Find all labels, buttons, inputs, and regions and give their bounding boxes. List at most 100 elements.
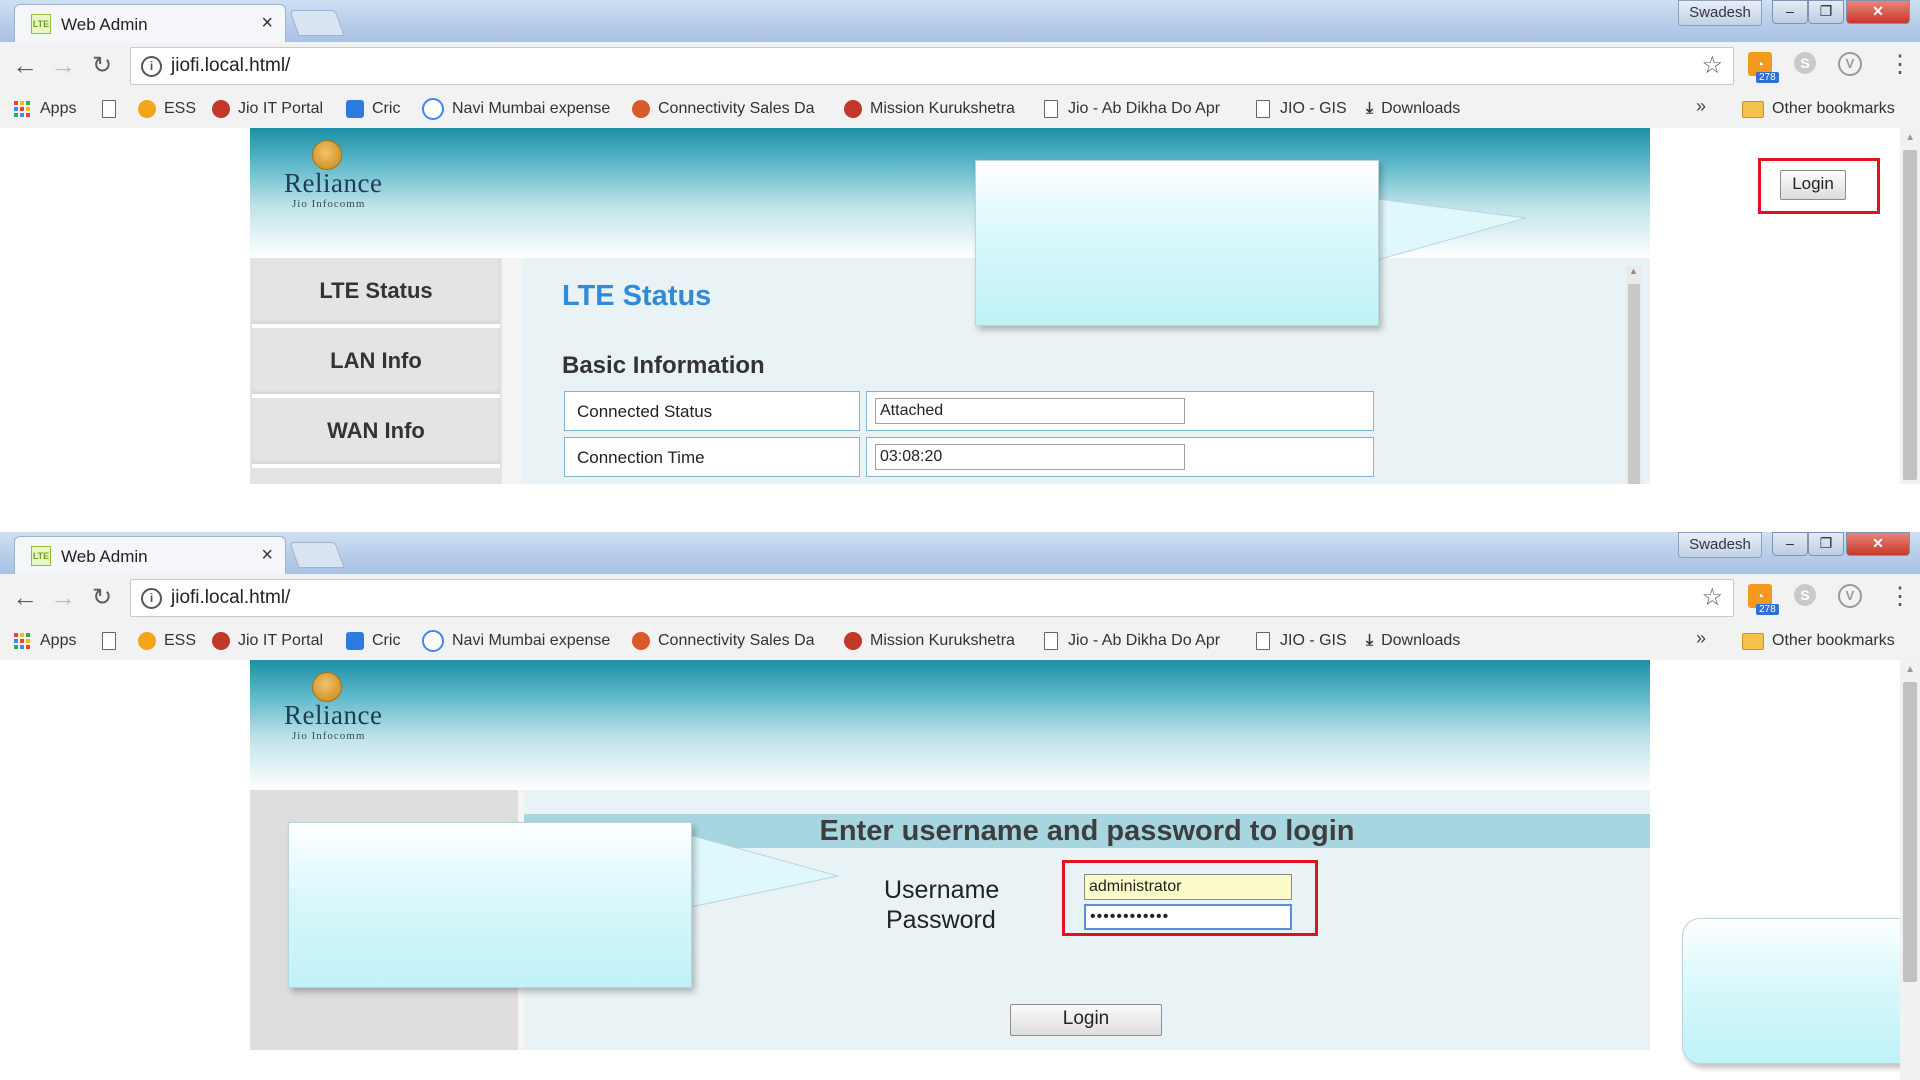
page-scroll-thumb[interactable] [1903,150,1917,480]
screenshot-login: LTE Web Admin × Swadesh – ❐ ✕ ← → ↻ i ji… [0,532,1920,1080]
bookmark-mission-kurukshetra[interactable]: Mission Kurukshetra [844,629,1015,653]
cric-icon [346,632,364,650]
back-arrow-icon[interactable]: ← [12,582,38,613]
reload-icon[interactable]: ↻ [92,583,112,612]
router-header: Reliance Jio Infocomm [250,660,1650,790]
skype-extension-icon[interactable]: S [1794,52,1816,74]
minimize-button[interactable]: – [1772,0,1808,24]
login-submit-button[interactable]: Login [1010,1004,1162,1036]
site-info-icon[interactable]: i [141,588,162,609]
bookmark-connectivity-sales[interactable]: Connectivity Sales Da [632,629,822,653]
other-bookmarks[interactable]: Other bookmarks [1742,97,1895,121]
scroll-up-icon[interactable]: ▲ [1905,132,1915,143]
bookmark-mission-kurukshetra[interactable]: Mission Kurukshetra [844,97,1015,121]
bookmark-jio-gis[interactable]: JIO - GIS [1256,629,1347,653]
logo-subtext: Jio Infocomm [292,198,366,210]
connectivity-icon [632,100,650,118]
bookmark-jio-ab-dikha[interactable]: Jio - Ab Dikha Do Apr [1044,629,1234,653]
other-bookmarks[interactable]: Other bookmarks [1742,629,1895,653]
forward-arrow-icon[interactable]: → [50,582,76,613]
bookmark-cric[interactable]: Cric [346,629,400,653]
more-bookmarks-icon[interactable]: » [1696,628,1706,649]
more-bookmarks-icon[interactable]: » [1696,96,1706,117]
bookmark-jio-gis[interactable]: JIO - GIS [1256,97,1347,121]
callout-tail [685,833,839,909]
username-label: Username [884,876,1000,904]
url-text: jiofi.local.html/ [171,587,291,608]
browser-menu-icon[interactable]: ⋮ [1888,582,1912,611]
left-nav: LTE Status LAN Info WAN Info [250,258,502,484]
bookmark-apps[interactable]: Apps [14,629,76,653]
browser-tab[interactable]: LTE Web Admin × [14,536,286,575]
minimize-button[interactable]: – [1772,532,1808,556]
connected-status-value: Attached [875,398,1185,424]
bookmark-downloads[interactable]: ⤓ Downloads [1366,629,1460,653]
profile-button[interactable]: Swadesh [1678,0,1762,26]
new-tab-button[interactable] [289,542,345,568]
close-window-button[interactable]: ✕ [1846,0,1910,24]
bookmark-downloads[interactable]: ⤓ Downloads [1366,97,1460,121]
browser-titlebar: LTE Web Admin × Swadesh – ❐ ✕ [0,0,1920,43]
bookmark-ess[interactable]: ESS [138,629,196,653]
v-extension-icon[interactable]: V [1838,584,1862,608]
bookmark-star-icon[interactable]: ☆ [1701,51,1723,80]
bookmark-cric[interactable]: Cric [346,97,400,121]
bookmark-apps[interactable]: Apps [14,97,76,121]
bookmark-connectivity-sales[interactable]: Connectivity Sales Da [632,97,822,121]
tab-close-icon[interactable]: × [261,544,273,567]
bookmark-page[interactable] [102,629,120,653]
bookmark-page[interactable] [102,97,120,121]
skype-extension-icon[interactable]: S [1794,584,1816,606]
v-extension-icon[interactable]: V [1838,52,1862,76]
connected-status-label: Connected Status [564,391,860,431]
page-icon [102,100,116,118]
bookmark-jio-ab-dikha[interactable]: Jio - Ab Dikha Do Apr [1044,97,1234,121]
maximize-button[interactable]: ❐ [1808,0,1844,24]
bookmark-navi-mumbai[interactable]: Navi Mumbai expense [422,629,612,653]
nav-lte-status[interactable]: LTE Status [252,258,500,328]
corner-callout-bubble [1682,918,1916,1064]
page-scroll-thumb[interactable] [1903,682,1917,982]
bookmark-jio-it-portal[interactable]: Jio IT Portal [212,629,323,653]
jio-it-portal-icon [212,632,230,650]
bookmark-ess[interactable]: ESS [138,97,196,121]
section-title: Basic Information [562,352,765,379]
reload-icon[interactable]: ↻ [92,51,112,80]
profile-button[interactable]: Swadesh [1678,532,1762,558]
nav-separator [502,258,522,484]
page-icon [1256,632,1270,650]
site-info-icon[interactable]: i [141,56,162,77]
forward-arrow-icon[interactable]: → [50,50,76,81]
address-bar[interactable]: i jiofi.local.html/ ☆ [130,47,1734,85]
nav-wan-info[interactable]: WAN Info [252,398,500,468]
back-arrow-icon[interactable]: ← [12,50,38,81]
tab-title: Web Admin [61,15,148,34]
new-tab-button[interactable] [289,10,345,36]
nav-lan-info[interactable]: LAN Info [252,328,500,398]
browser-tab[interactable]: LTE Web Admin × [14,4,286,43]
bookmark-star-icon[interactable]: ☆ [1701,583,1723,612]
callout-tail [1369,197,1527,263]
callout-bubble [288,822,692,988]
cric-icon [346,100,364,118]
jio-it-portal-icon [212,100,230,118]
bookmark-jio-it-portal[interactable]: Jio IT Portal [212,97,323,121]
pane-scrollbar[interactable]: ▲ [1626,266,1642,484]
close-window-button[interactable]: ✕ [1846,532,1910,556]
address-bar[interactable]: i jiofi.local.html/ ☆ [130,579,1734,617]
page-scrollbar[interactable]: ▲ [1900,128,1920,484]
browser-menu-icon[interactable]: ⋮ [1888,50,1912,79]
scroll-up-icon[interactable]: ▲ [1629,266,1638,276]
scroll-up-icon[interactable]: ▲ [1905,664,1915,675]
callout-bubble [975,160,1379,326]
tab-close-icon[interactable]: × [261,12,273,35]
google-icon [422,630,444,652]
reliance-logo-icon [312,140,342,170]
maximize-button[interactable]: ❐ [1808,532,1844,556]
value-cell: Attached [866,391,1374,431]
bookmark-navi-mumbai[interactable]: Navi Mumbai expense [422,97,612,121]
page-scrollbar[interactable]: ▲ [1900,660,1920,1080]
bookmarks-bar: Apps ESS Jio IT Portal Cric Navi Mumbai … [0,622,1920,661]
mission-icon [844,632,862,650]
pane-scroll-thumb[interactable] [1628,284,1640,484]
